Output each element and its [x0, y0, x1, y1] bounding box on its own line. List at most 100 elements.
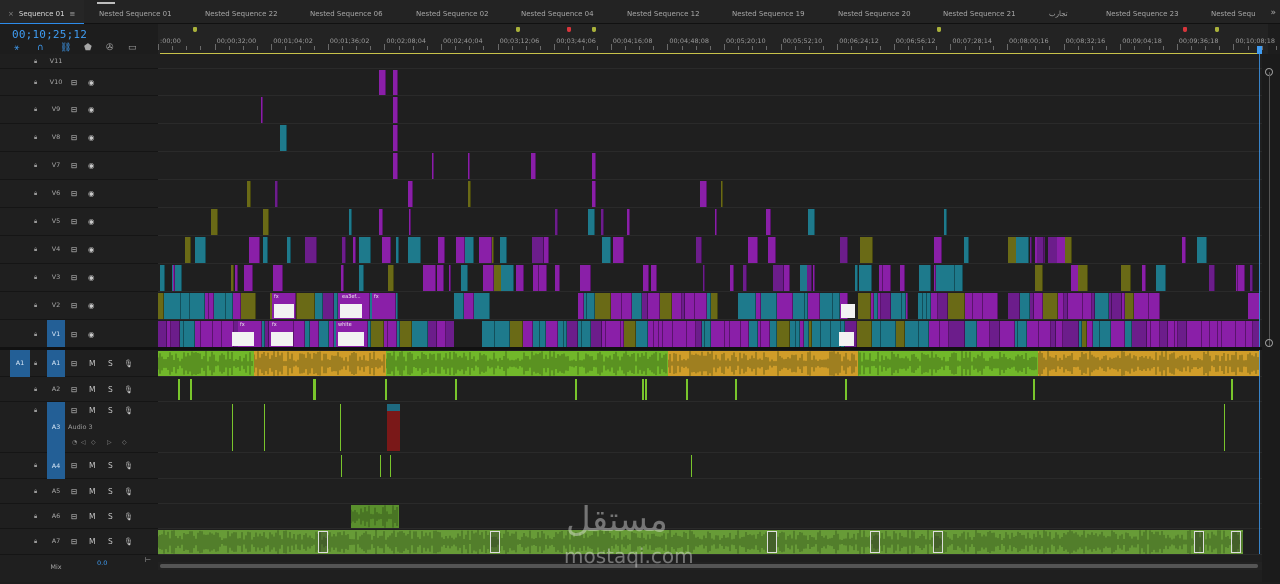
snap-icon[interactable]: ∩: [37, 43, 44, 53]
video-clip[interactable]: [1246, 321, 1253, 348]
sync-lock-icon[interactable]: ⊟: [71, 217, 77, 226]
video-clip[interactable]: [1187, 321, 1202, 348]
video-clip[interactable]: [359, 265, 364, 291]
track-name[interactable]: V1: [47, 320, 65, 349]
audio-clip[interactable]: [264, 404, 265, 451]
video-clip[interactable]: [872, 321, 881, 348]
video-clip[interactable]: [1160, 321, 1168, 348]
video-clip[interactable]: [821, 321, 831, 348]
video-clip[interactable]: [741, 321, 749, 348]
video-clip[interactable]: [244, 265, 253, 291]
video-clip[interactable]: [881, 321, 896, 348]
transition-marker[interactable]: [870, 531, 880, 553]
track-name[interactable]: A2: [47, 385, 65, 393]
video-clip[interactable]: [730, 321, 741, 348]
audio-clip-red[interactable]: [387, 404, 400, 451]
video-clip[interactable]: [627, 209, 630, 235]
video-clip[interactable]: [533, 265, 539, 291]
source-patch-a1[interactable]: A1: [10, 350, 30, 377]
tab-nested-sequence-02[interactable]: Nested Sequence 02: [416, 0, 489, 24]
video-clip[interactable]: [931, 293, 938, 319]
video-clip[interactable]: [1178, 321, 1187, 348]
video-clip[interactable]: [359, 237, 371, 263]
video-clip[interactable]: [1037, 237, 1044, 263]
lock-icon[interactable]: 🔒︎: [34, 488, 37, 496]
audio-clip[interactable]: [691, 455, 692, 477]
track-name[interactable]: V4: [47, 245, 65, 253]
video-clip[interactable]: [595, 293, 611, 319]
video-clip[interactable]: [1182, 237, 1186, 263]
video-clip[interactable]: [273, 265, 283, 291]
vertical-zoom-scrollbar[interactable]: [1262, 54, 1280, 582]
lock-icon[interactable]: 🔒︎: [34, 331, 37, 339]
audio-clip[interactable]: [645, 379, 647, 400]
solo-button[interactable]: S: [108, 537, 113, 546]
video-clip[interactable]: [773, 265, 784, 291]
video-clip[interactable]: [833, 293, 840, 319]
video-clip[interactable]: [672, 293, 682, 319]
mix-volume-value[interactable]: 0.0: [97, 559, 107, 567]
video-clip[interactable]: [164, 293, 181, 319]
transition-marker[interactable]: [490, 531, 500, 553]
audio-clip[interactable]: [350, 505, 399, 528]
audio-lane-a5[interactable]: [158, 479, 1262, 504]
video-clip[interactable]: [965, 293, 973, 319]
tab-tajarib[interactable]: تجارب: [1049, 0, 1068, 24]
toggle-output-eye-icon[interactable]: ◉: [88, 245, 95, 254]
video-clip[interactable]: [1039, 321, 1051, 348]
video-clip[interactable]: [601, 209, 604, 235]
video-clip[interactable]: [393, 125, 398, 151]
video-clip[interactable]: [919, 265, 931, 291]
horizontal-scrollbar[interactable]: [158, 562, 1262, 570]
sync-lock-icon[interactable]: ⊟: [71, 78, 77, 87]
video-clip[interactable]: [1210, 321, 1218, 348]
scroll-bottom-knob[interactable]: [1265, 339, 1273, 347]
toggle-output-eye-icon[interactable]: ◉: [88, 217, 95, 226]
audio-clip[interactable]: [1037, 351, 1260, 376]
video-lane-v11[interactable]: [158, 54, 1262, 69]
audio-clip[interactable]: [455, 379, 457, 400]
solo-button[interactable]: S: [108, 512, 113, 521]
video-clip[interactable]: [613, 237, 624, 263]
video-clip[interactable]: [249, 237, 260, 263]
video-clip[interactable]: [1065, 237, 1072, 263]
lock-icon[interactable]: 🔒︎: [34, 190, 37, 198]
video-clip[interactable]: [1151, 321, 1160, 348]
video-clip[interactable]: [1083, 293, 1092, 319]
video-clip[interactable]: [591, 321, 602, 348]
track-name[interactable]: A3: [47, 402, 65, 453]
video-lane-v3[interactable]: [158, 264, 1262, 292]
audio-clip[interactable]: [1231, 379, 1233, 400]
solo-button[interactable]: S: [108, 359, 113, 368]
video-clip[interactable]: [388, 321, 397, 348]
track-name[interactable]: A7: [47, 537, 65, 545]
video-clip[interactable]: [479, 237, 492, 263]
lock-icon[interactable]: 🔒︎: [34, 538, 37, 546]
video-clip[interactable]: [1197, 237, 1207, 263]
video-clip[interactable]: [938, 293, 948, 319]
track-name[interactable]: V9: [47, 105, 65, 113]
video-clip[interactable]: [1134, 293, 1149, 319]
video-clip[interactable]: [1078, 265, 1088, 291]
video-clip[interactable]: [396, 237, 399, 263]
video-clip[interactable]: [379, 70, 386, 95]
video-clip[interactable]: [538, 265, 547, 291]
audio-lane-a4[interactable]: [158, 453, 1262, 479]
time-ruler[interactable]: :00;00 00;00;32;00 00;01;04;02 00;01;36;02 0…: [158, 24, 1277, 54]
video-clip[interactable]: [770, 321, 777, 348]
video-clip[interactable]: [721, 181, 723, 207]
tab-nested-sequence-23[interactable]: Nested Sequence 23: [1106, 0, 1179, 24]
mute-button[interactable]: M: [89, 487, 95, 496]
track-name[interactable]: A4: [47, 453, 65, 479]
video-clip[interactable]: [1000, 321, 1015, 348]
lock-icon[interactable]: 🔒︎: [34, 360, 37, 368]
video-clip[interactable]: [454, 293, 464, 319]
video-clip[interactable]: [461, 265, 468, 291]
video-clip[interactable]: [943, 265, 955, 291]
video-clip[interactable]: [275, 181, 278, 207]
audio-clip[interactable]: [158, 351, 254, 376]
video-clip[interactable]: [190, 293, 205, 319]
video-clip[interactable]: [1008, 293, 1020, 319]
voice-over-mic-icon[interactable]: 🎙︎: [124, 461, 134, 470]
video-clip[interactable]: [813, 265, 815, 291]
